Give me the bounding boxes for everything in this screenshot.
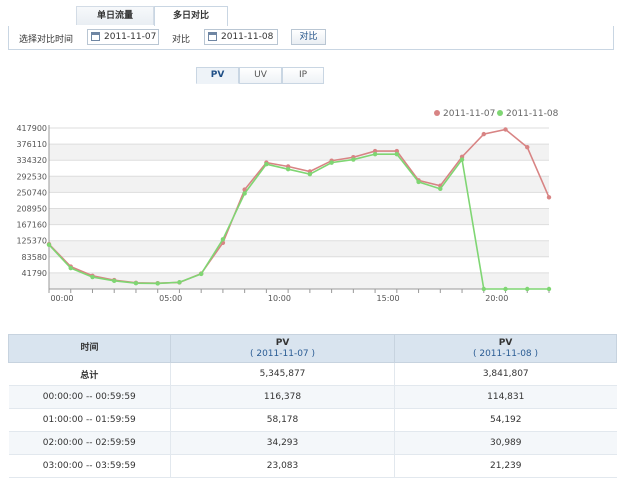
tab-ip[interactable]: IP: [282, 67, 324, 84]
table-row: 02:00:00 -- 02:59:59 34,293 30,989: [8, 431, 617, 455]
header-date1-sub: ( 2011-11-07 ): [249, 348, 316, 359]
row-value-date2: 30,989: [394, 431, 617, 455]
table-row: 01:00:00 -- 01:59:59 58,178 54,192: [8, 408, 617, 432]
data-point: [329, 160, 334, 165]
data-point: [438, 186, 443, 192]
grid-band: [49, 176, 549, 193]
row-value-date1: 58,178: [170, 408, 395, 432]
x-tick-label: 15:00: [377, 294, 400, 303]
data-point: [546, 195, 552, 200]
pv-compare-line-chart: 417900 376110 334320 292530 250740 208950 1671…: [16, 109, 559, 303]
row-time: 总计: [8, 362, 171, 386]
date2-input[interactable]: 2011-11-08: [204, 29, 278, 45]
chart-legend: 2011-11-07 2011-11-08: [434, 109, 559, 119]
data-point: [481, 131, 486, 137]
grid-band: [49, 240, 549, 257]
data-point: [90, 274, 95, 280]
compare-filter-bar: 选择对比时间 2011-11-07 对比 2011-11-08 对比: [8, 26, 614, 50]
header-pv-date2: PV ( 2011-11-08 ): [394, 334, 617, 363]
data-point: [546, 286, 552, 292]
data-point: [220, 237, 226, 242]
y-tick-label: 376110: [16, 140, 47, 149]
legend-label: 2011-11-07: [443, 109, 495, 119]
row-value-date1: 5,345,877: [170, 362, 395, 386]
data-point: [351, 157, 356, 162]
data-point: [416, 179, 421, 185]
data-point: [155, 281, 160, 286]
date1-input[interactable]: 2011-11-07: [87, 29, 159, 45]
data-point: [264, 161, 269, 167]
row-value-date2: 114,831: [394, 385, 617, 409]
y-tick-label: 83580: [22, 253, 47, 262]
data-point: [372, 151, 378, 157]
hourly-pv-table: 时间 PV ( 2011-11-07 ) PV ( 2011-11-08 ) 总…: [8, 334, 617, 478]
row-value-date2: 21,239: [394, 454, 617, 478]
row-value-date2: 54,192: [394, 408, 617, 432]
data-point: [68, 265, 73, 271]
row-time: 03:00:00 -- 03:59:59: [8, 454, 171, 478]
table-row-total: 总计 5,345,877 3,841,807: [8, 362, 617, 386]
date1-value: 2011-11-07: [104, 32, 157, 42]
data-point: [481, 286, 486, 292]
data-point: [112, 278, 117, 284]
x-tick-label: 20:00: [485, 294, 508, 303]
y-tick-label: 334320: [16, 156, 47, 165]
y-tick-label: 167160: [16, 221, 47, 230]
legend-marker: [434, 110, 440, 116]
data-point: [525, 145, 530, 150]
row-value-date1: 116,378: [170, 385, 395, 409]
x-tick-label: 05:00: [159, 294, 182, 303]
table-row: 03:00:00 -- 03:59:59 23,083 21,239: [8, 454, 617, 478]
row-time: 01:00:00 -- 01:59:59: [8, 408, 171, 432]
tab-uv[interactable]: UV: [239, 67, 282, 84]
grid-band: [49, 144, 549, 161]
compare-button[interactable]: 对比: [291, 29, 326, 45]
y-tick-label: 417900: [16, 124, 47, 133]
y-tick-label: 250740: [16, 188, 47, 197]
header-date2-sub: ( 2011-11-08 ): [472, 348, 539, 359]
data-point: [394, 151, 400, 157]
vs-label: 对比: [172, 35, 191, 45]
data-point: [46, 242, 52, 247]
header-time: 时间: [8, 334, 171, 363]
y-tick-label: 41790: [22, 269, 47, 278]
calendar-icon[interactable]: [208, 32, 217, 41]
view-tabs: 单日流量 多日对比: [8, 6, 614, 27]
legend-marker: [497, 110, 503, 116]
x-tick-label: 10:00: [268, 294, 291, 303]
compare-time-label: 选择对比时间: [19, 35, 74, 45]
data-point: [133, 281, 139, 286]
row-value-date1: 23,083: [170, 454, 395, 478]
x-tick-label: 00:00: [50, 294, 73, 303]
data-point: [285, 166, 291, 172]
row-value-date1: 34,293: [170, 431, 395, 455]
y-tick-label: 208950: [16, 205, 47, 214]
tab-single-day[interactable]: 单日流量: [76, 6, 154, 25]
y-tick-label: 125370: [16, 237, 47, 246]
table-row: 00:00:00 -- 00:59:59 116,378 114,831: [8, 385, 617, 409]
data-point: [198, 271, 204, 277]
table-header-row: 时间 PV ( 2011-11-07 ) PV ( 2011-11-08 ): [8, 334, 617, 363]
tab-pv[interactable]: PV: [196, 67, 239, 84]
row-value-date2: 3,841,807: [394, 362, 617, 386]
data-point: [242, 191, 247, 196]
row-time: 02:00:00 -- 02:59:59: [8, 431, 171, 455]
data-point: [177, 280, 182, 285]
data-point: [525, 286, 530, 292]
row-time: 00:00:00 -- 00:59:59: [8, 385, 171, 409]
tab-multi-day-compare[interactable]: 多日对比: [154, 6, 228, 27]
calendar-icon[interactable]: [91, 32, 100, 41]
legend-label: 2011-11-08: [506, 109, 559, 119]
chart-grid: [49, 127, 549, 289]
data-point: [503, 127, 508, 132]
data-point: [503, 286, 508, 292]
data-point: [459, 157, 465, 162]
header-pv-date1: PV ( 2011-11-07 ): [170, 334, 395, 363]
data-point: [307, 171, 313, 177]
date2-value: 2011-11-08: [221, 32, 274, 42]
grid-band: [49, 208, 549, 225]
y-tick-label: 292530: [16, 172, 47, 181]
